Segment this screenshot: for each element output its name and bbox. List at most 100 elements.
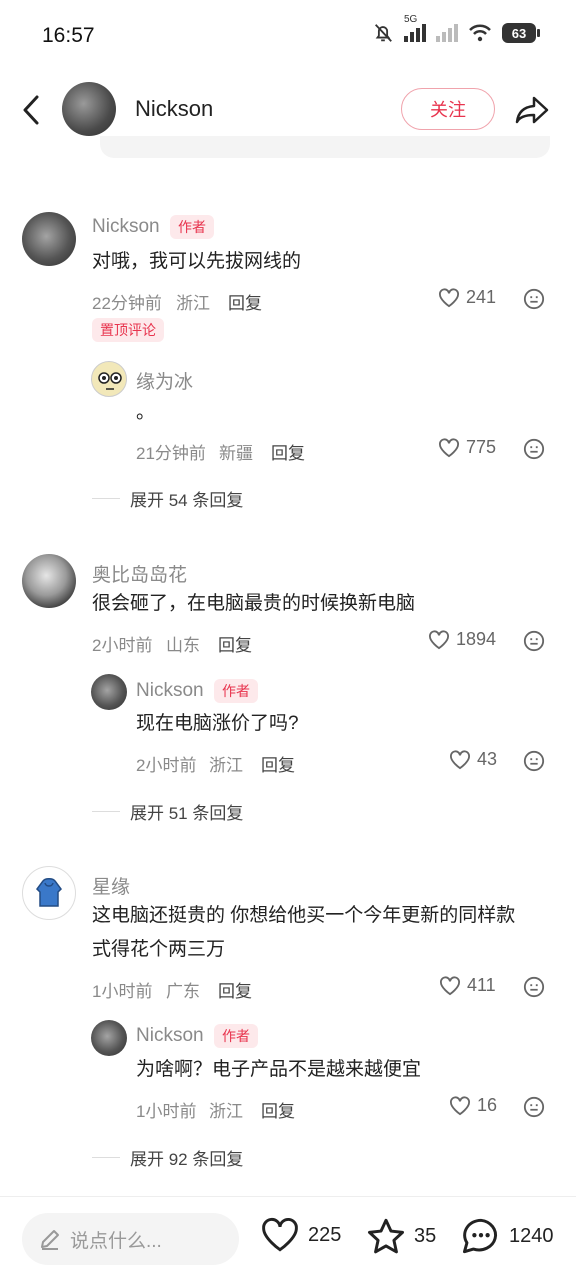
reply-text[interactable]: 为啥啊？电子产品不是越来越便宜	[136, 1053, 421, 1087]
pinned-tag: 置顶评论	[92, 318, 164, 342]
post-like-count: 225	[308, 1223, 342, 1246]
signal-sim2-icon	[436, 24, 458, 42]
heart-icon	[439, 437, 459, 457]
like-button[interactable]: 411	[439, 975, 496, 996]
expand-label: 展开 92 条回复	[130, 1150, 244, 1169]
comment-input-placeholder: 说点什么...	[70, 1230, 162, 1252]
like-button[interactable]: 16	[449, 1095, 497, 1116]
status-bar: 16:57 5G 63	[0, 0, 576, 70]
reply-button[interactable]: 回复	[218, 631, 252, 656]
follow-button[interactable]: 关注	[401, 88, 495, 130]
like-post-button[interactable]: 225	[260, 1217, 341, 1253]
avatar[interactable]	[22, 554, 76, 608]
comment-time: 22分钟前	[92, 294, 162, 313]
chat-bubble-icon	[462, 1218, 497, 1254]
reply-username[interactable]: Nickson	[136, 680, 204, 702]
share-button[interactable]	[512, 90, 552, 130]
reply-text[interactable]: 。	[136, 396, 155, 430]
dislike-face-icon[interactable]	[523, 976, 545, 998]
heart-icon	[440, 975, 460, 995]
author-tag: 作者	[214, 679, 258, 703]
expand-replies[interactable]: 展开 51 条回复	[92, 799, 243, 824]
header-avatar[interactable]	[62, 82, 116, 136]
hoodie-icon	[36, 878, 62, 907]
author-tag: 作者	[214, 1024, 258, 1048]
dislike-face-icon[interactable]	[523, 750, 545, 772]
heart-icon	[450, 749, 470, 769]
expand-replies[interactable]: 展开 92 条回复	[92, 1145, 243, 1170]
avatar[interactable]	[91, 674, 127, 710]
header-username[interactable]: Nickson	[135, 96, 213, 122]
share-icon	[515, 96, 549, 124]
reply-location: 浙江	[209, 756, 243, 775]
like-button[interactable]: 43	[449, 749, 497, 770]
dislike-face-icon[interactable]	[523, 288, 545, 310]
reply-button[interactable]: 回复	[271, 439, 305, 464]
cartoon-face-icon	[98, 372, 122, 390]
reply-text[interactable]: 现在电脑涨价了吗?	[136, 707, 299, 741]
divider	[92, 811, 120, 812]
heart-icon	[429, 629, 449, 649]
reply-username[interactable]: 缘为冰	[136, 367, 193, 394]
comment-input[interactable]: 说点什么...	[22, 1213, 239, 1265]
favorite-count: 35	[414, 1224, 437, 1247]
bottom-bar: 说点什么... 225 35 1240	[0, 1196, 576, 1280]
dislike-face-icon[interactable]	[523, 1096, 545, 1118]
author-tag: 作者	[170, 215, 214, 239]
reply-time: 2小时前	[136, 756, 197, 775]
reply-location: 新疆	[219, 444, 253, 463]
comments-button[interactable]: 1240	[461, 1217, 554, 1255]
avatar[interactable]	[22, 866, 76, 920]
reply-username[interactable]: Nickson	[136, 1025, 204, 1047]
expand-label: 展开 54 条回复	[130, 491, 244, 510]
signal-5g-icon: 5G	[404, 14, 426, 42]
reply-location: 浙江	[209, 1102, 243, 1121]
reply-button[interactable]: 回复	[261, 1097, 295, 1122]
comment-text-line-1[interactable]: 这电脑还挺贵的 你想给他买一个今年更新的同样款	[92, 899, 515, 933]
reply-button[interactable]: 回复	[228, 289, 262, 314]
like-count: 241	[466, 287, 497, 307]
comment-time: 1小时前	[92, 982, 153, 1001]
expand-label: 展开 51 条回复	[130, 804, 244, 823]
pencil-icon	[41, 1230, 59, 1250]
avatar[interactable]	[91, 1020, 127, 1056]
reply-button[interactable]: 回复	[218, 977, 252, 1002]
status-icons: 5G 63	[372, 14, 540, 44]
avatar[interactable]	[91, 361, 127, 397]
like-count: 775	[466, 437, 497, 457]
comment-location: 浙江	[176, 294, 210, 313]
reply-time: 21分钟前	[136, 444, 206, 463]
divider	[92, 498, 120, 499]
comment-text-line-2[interactable]: 式得花个两三万	[92, 933, 225, 967]
reply-button[interactable]: 回复	[261, 751, 295, 776]
divider	[92, 1157, 120, 1158]
like-button[interactable]: 1894	[428, 629, 496, 650]
comment-username[interactable]: 奥比岛岛花	[92, 560, 187, 587]
expand-replies[interactable]: 展开 54 条回复	[92, 486, 243, 511]
chevron-left-icon	[23, 95, 39, 125]
back-button[interactable]	[16, 92, 46, 128]
comment-text[interactable]: 对哦，我可以先拔网线的	[92, 245, 301, 279]
dislike-face-icon[interactable]	[523, 630, 545, 652]
dislike-face-icon[interactable]	[523, 438, 545, 460]
heart-icon	[262, 1217, 298, 1252]
battery-icon: 63	[502, 23, 540, 43]
comment-location: 山东	[166, 636, 200, 655]
comment-username[interactable]: 星缘	[92, 872, 130, 899]
avatar[interactable]	[22, 212, 76, 266]
mute-bell-icon	[375, 24, 392, 42]
like-count: 16	[477, 1095, 498, 1115]
comment-text[interactable]: 很会砸了，在电脑最贵的时候换新电脑	[92, 587, 415, 621]
wifi-icon	[469, 24, 491, 42]
like-button[interactable]: 241	[438, 287, 496, 308]
like-count: 411	[467, 975, 496, 995]
comment-location: 广东	[166, 982, 200, 1001]
previous-content-edge	[100, 136, 550, 158]
like-count: 43	[477, 749, 498, 769]
like-button[interactable]: 775	[438, 437, 496, 458]
comment-username[interactable]: Nickson	[92, 216, 160, 238]
favorite-button[interactable]: 35	[366, 1217, 436, 1255]
star-icon	[367, 1218, 405, 1254]
like-count: 1894	[456, 629, 497, 649]
reply-time: 1小时前	[136, 1102, 197, 1121]
